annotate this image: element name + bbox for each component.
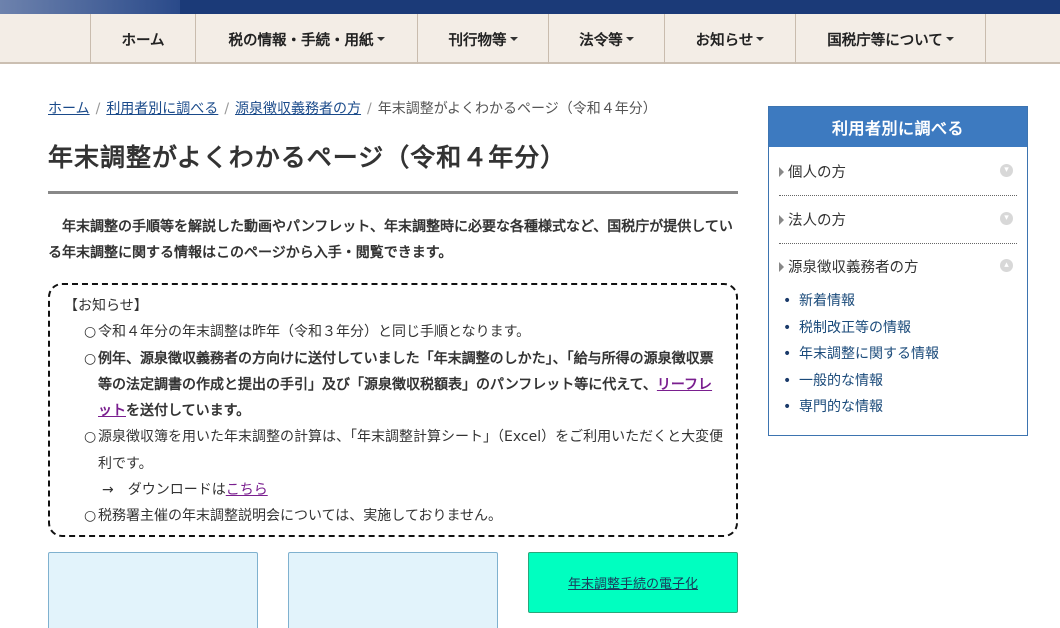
circle-mark-icon: ○ [84,324,97,341]
notice-item: ○ 令和４年分の年末調整は昨年（令和３年分）と同じ手順となります。 [74,319,724,345]
e-filing-link[interactable]: 年末調整手続の電子化 [568,573,698,592]
circle-down-icon: ▾ [1000,212,1013,225]
notice-item-text: 源泉徴収簿を用いた年末調整の計算は、「年末調整計算シート」（Excel）をご利用… [98,429,724,472]
sidebar-sublink[interactable]: 一般的な情報 [783,368,1019,395]
circle-mark-icon: ○ [84,508,97,525]
nav-tax-info[interactable]: 税の情報・手続・用紙 [195,14,417,64]
banner-decoration [0,0,180,14]
banner-card[interactable] [288,552,498,628]
notice-item-text: 税務署主催の年末調整説明会については、実施しておりません。 [98,508,503,525]
sidebar-item-label: 個人の方 [788,165,846,181]
nav-news[interactable]: お知らせ [664,14,795,64]
nav-home-label: ホーム [121,32,165,49]
circle-up-icon: ▴ [1000,259,1013,272]
nav-tax-info-label: 税の情報・手続・用紙 [228,32,374,49]
circle-mark-icon: ○ [84,429,97,446]
notice-item: ○ 例年、源泉徴収義務者の方向けに送付していました「年末調整のしかた」、「給与所得… [74,346,724,425]
notice-item: ○ 税務署主催の年末調整説明会については、実施しておりません。 [74,503,724,529]
notice-box: 【お知らせ】 ○ 令和４年分の年末調整は昨年（令和３年分）と同じ手順となります。 … [48,283,738,537]
breadcrumb-separator: / [224,101,230,117]
nav-about[interactable]: 国税庁等について [795,14,986,64]
sidebar-item-withholding[interactable]: 源泉徴収義務者の方 ▴ [779,243,1017,290]
notice-item-text: を送付しています。 [126,403,251,420]
download-link[interactable]: こちら [226,482,268,498]
caret-down-icon [756,37,765,41]
sidebar-title: 利用者別に調べる [769,107,1027,147]
title-divider [48,191,738,194]
notice-item: ○ 源泉徴収簿を用いた年末調整の計算は、「年末調整計算シート」（Excel）をご利… [74,424,724,477]
sidebar-item-label: 法人の方 [788,213,846,229]
nav-laws[interactable]: 法令等 [548,14,664,64]
nav-news-label: お知らせ [695,32,754,49]
e-filing-card[interactable]: 年末調整手続の電子化 [528,552,738,613]
sidebar: 利用者別に調べる 個人の方 ▾ 法人の方 ▾ 源泉徴収義務者の方 ▴ 新着情報 税制改… [768,106,1028,436]
breadcrumb-by-user[interactable]: 利用者別に調べる [106,101,218,117]
top-banner [0,0,1060,14]
sidebar-item-label: 源泉徴収義務者の方 [788,260,919,276]
breadcrumb-separator: / [95,101,101,117]
nav-publications[interactable]: 刊行物等 [417,14,548,64]
global-nav: ホーム 税の情報・手続・用紙 刊行物等 法令等 お知らせ 国税庁等について [0,14,1060,64]
breadcrumb-withholding[interactable]: 源泉徴収義務者の方 [235,101,361,117]
nav-about-label: 国税庁等について [827,32,943,49]
notice-heading: 【お知らせ】 [64,298,148,314]
nav-publications-label: 刊行物等 [448,32,507,49]
breadcrumb-current: 年末調整がよくわかるページ（令和４年分） [377,101,657,117]
sidebar-sublink[interactable]: 専門的な情報 [783,394,1019,421]
triangle-right-icon [779,214,784,225]
arrow-right-icon: → [102,482,114,499]
intro-text: 年末調整の手順等を解説した動画やパンフレット、年末調整時に必要な各種様式など、国… [48,219,733,261]
caret-down-icon [945,37,954,41]
breadcrumb-separator: / [367,101,372,117]
caret-down-icon [625,37,634,41]
breadcrumb-home[interactable]: ホーム [48,101,90,117]
sidebar-item-individual[interactable]: 個人の方 ▾ [779,148,1017,195]
breadcrumb: ホーム / 利用者別に調べる / 源泉徴収義務者の方 / 年末調整がよくわかるページ（令和４… [48,98,657,118]
notice-item-text: 令和４年分の年末調整は昨年（令和３年分）と同じ手順となります。 [98,324,531,341]
triangle-right-icon [779,261,784,272]
circle-mark-icon: ○ [84,350,97,367]
sidebar-item-corporation[interactable]: 法人の方 ▾ [779,196,1017,243]
sidebar-sublink[interactable]: 新着情報 [783,288,1019,315]
download-prefix: ダウンロードは [127,482,226,499]
caret-down-icon [509,37,518,41]
triangle-right-icon [779,166,784,177]
banner-card[interactable] [48,552,258,628]
nav-home[interactable]: ホーム [90,14,195,64]
notice-item-text: 例年、源泉徴収義務者の方向けに送付していました「年末調整のしかた」、「給与所得の… [98,350,714,393]
page-title: 年末調整がよくわかるページ（令和４年分） [48,143,567,172]
sidebar-sublink[interactable]: 税制改正等の情報 [783,315,1019,342]
circle-down-icon: ▾ [1000,164,1013,177]
sidebar-sublink[interactable]: 年末調整に関する情報 [783,341,1019,368]
caret-down-icon [376,37,385,41]
sidebar-sublinks: 新着情報 税制改正等の情報 年末調整に関する情報 一般的な情報 専門的な情報 [783,288,1019,421]
download-line: → ダウンロードはこちら [64,477,724,503]
nav-laws-label: 法令等 [579,32,623,49]
